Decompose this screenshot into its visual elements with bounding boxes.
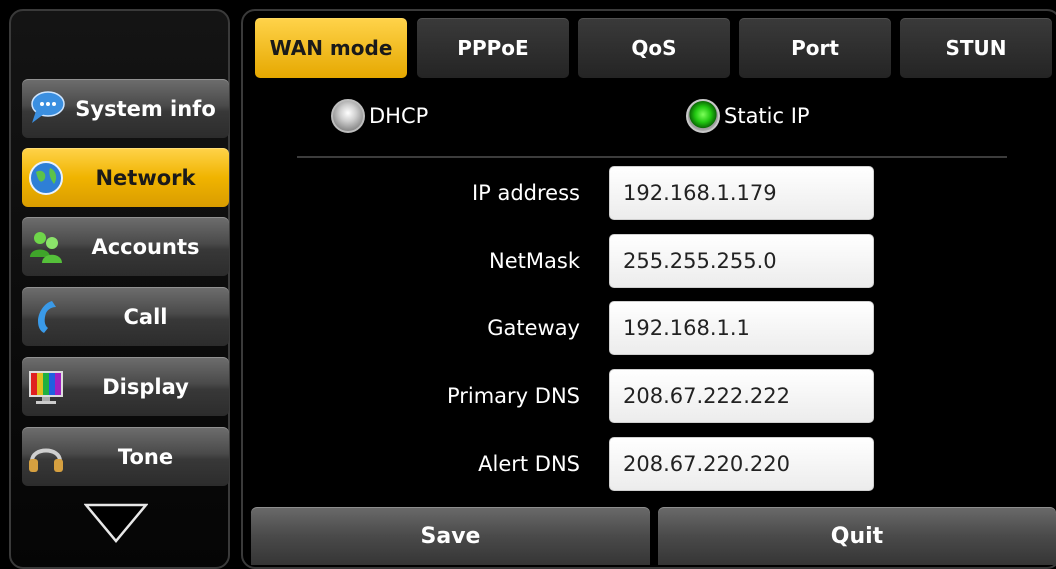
tab-stun[interactable]: STUN (900, 18, 1052, 78)
phone-handset-icon (38, 301, 56, 333)
primary-dns-label: Primary DNS (446, 384, 580, 408)
sidebar-item-label: System info (75, 96, 216, 121)
radio-unselected-icon (331, 99, 365, 133)
sidebar-item-label: Call (123, 304, 168, 329)
tab-label: STUN (945, 36, 1007, 60)
sidebar-item-label: Display (102, 374, 189, 399)
save-button-label: Save (420, 523, 481, 549)
quit-button[interactable]: Quit (658, 507, 1056, 565)
radio-dhcp[interactable]: DHCP (331, 98, 428, 134)
radio-label: Static IP (724, 104, 810, 128)
sidebar-item-call[interactable]: Call (22, 287, 229, 346)
gateway-label: Gateway (487, 316, 580, 340)
sidebar-item-network[interactable]: Network (22, 148, 229, 207)
netmask-field[interactable]: 255.255.255.0 (609, 234, 874, 288)
tab-label: PPPoE (457, 36, 529, 60)
save-button[interactable]: Save (251, 507, 650, 565)
tab-label: WAN mode (269, 36, 393, 60)
triangle-down-icon[interactable] (84, 503, 148, 543)
gateway-field[interactable]: 192.168.1.1 (609, 301, 874, 355)
sidebar-item-label: Network (95, 165, 196, 190)
tab-wan-mode[interactable]: WAN mode (255, 18, 407, 78)
alert-dns-label: Alert DNS (478, 452, 580, 476)
divider (297, 156, 1007, 158)
netmask-label: NetMask (489, 249, 580, 273)
headphones-icon (29, 448, 63, 472)
monitor-icon (29, 371, 63, 404)
ip-address-field[interactable]: 192.168.1.179 (609, 166, 874, 220)
sidebar-item-accounts[interactable]: Accounts (22, 217, 229, 276)
globe-icon (29, 161, 63, 195)
sidebar-item-system-info[interactable]: System info (22, 79, 229, 138)
primary-dns-field[interactable]: 208.67.222.222 (609, 369, 874, 423)
alert-dns-field[interactable]: 208.67.220.220 (609, 437, 874, 491)
tab-port[interactable]: Port (739, 18, 891, 78)
sidebar-item-tone[interactable]: Tone (22, 427, 229, 486)
sidebar-item-label: Tone (117, 444, 174, 469)
ip-address-label: IP address (471, 181, 580, 205)
tab-label: QoS (631, 36, 677, 60)
tab-pppoe[interactable]: PPPoE (417, 18, 569, 78)
quit-button-label: Quit (830, 523, 884, 549)
chat-bubble-icon (31, 91, 65, 123)
tab-label: Port (791, 36, 839, 60)
tab-qos[interactable]: QoS (578, 18, 730, 78)
radio-label: DHCP (369, 104, 429, 128)
radio-static-ip[interactable]: Static IP (686, 98, 810, 134)
users-icon (30, 232, 62, 263)
sidebar-item-label: Accounts (91, 234, 200, 259)
radio-selected-icon (686, 99, 720, 133)
sidebar-item-display[interactable]: Display (22, 357, 229, 416)
